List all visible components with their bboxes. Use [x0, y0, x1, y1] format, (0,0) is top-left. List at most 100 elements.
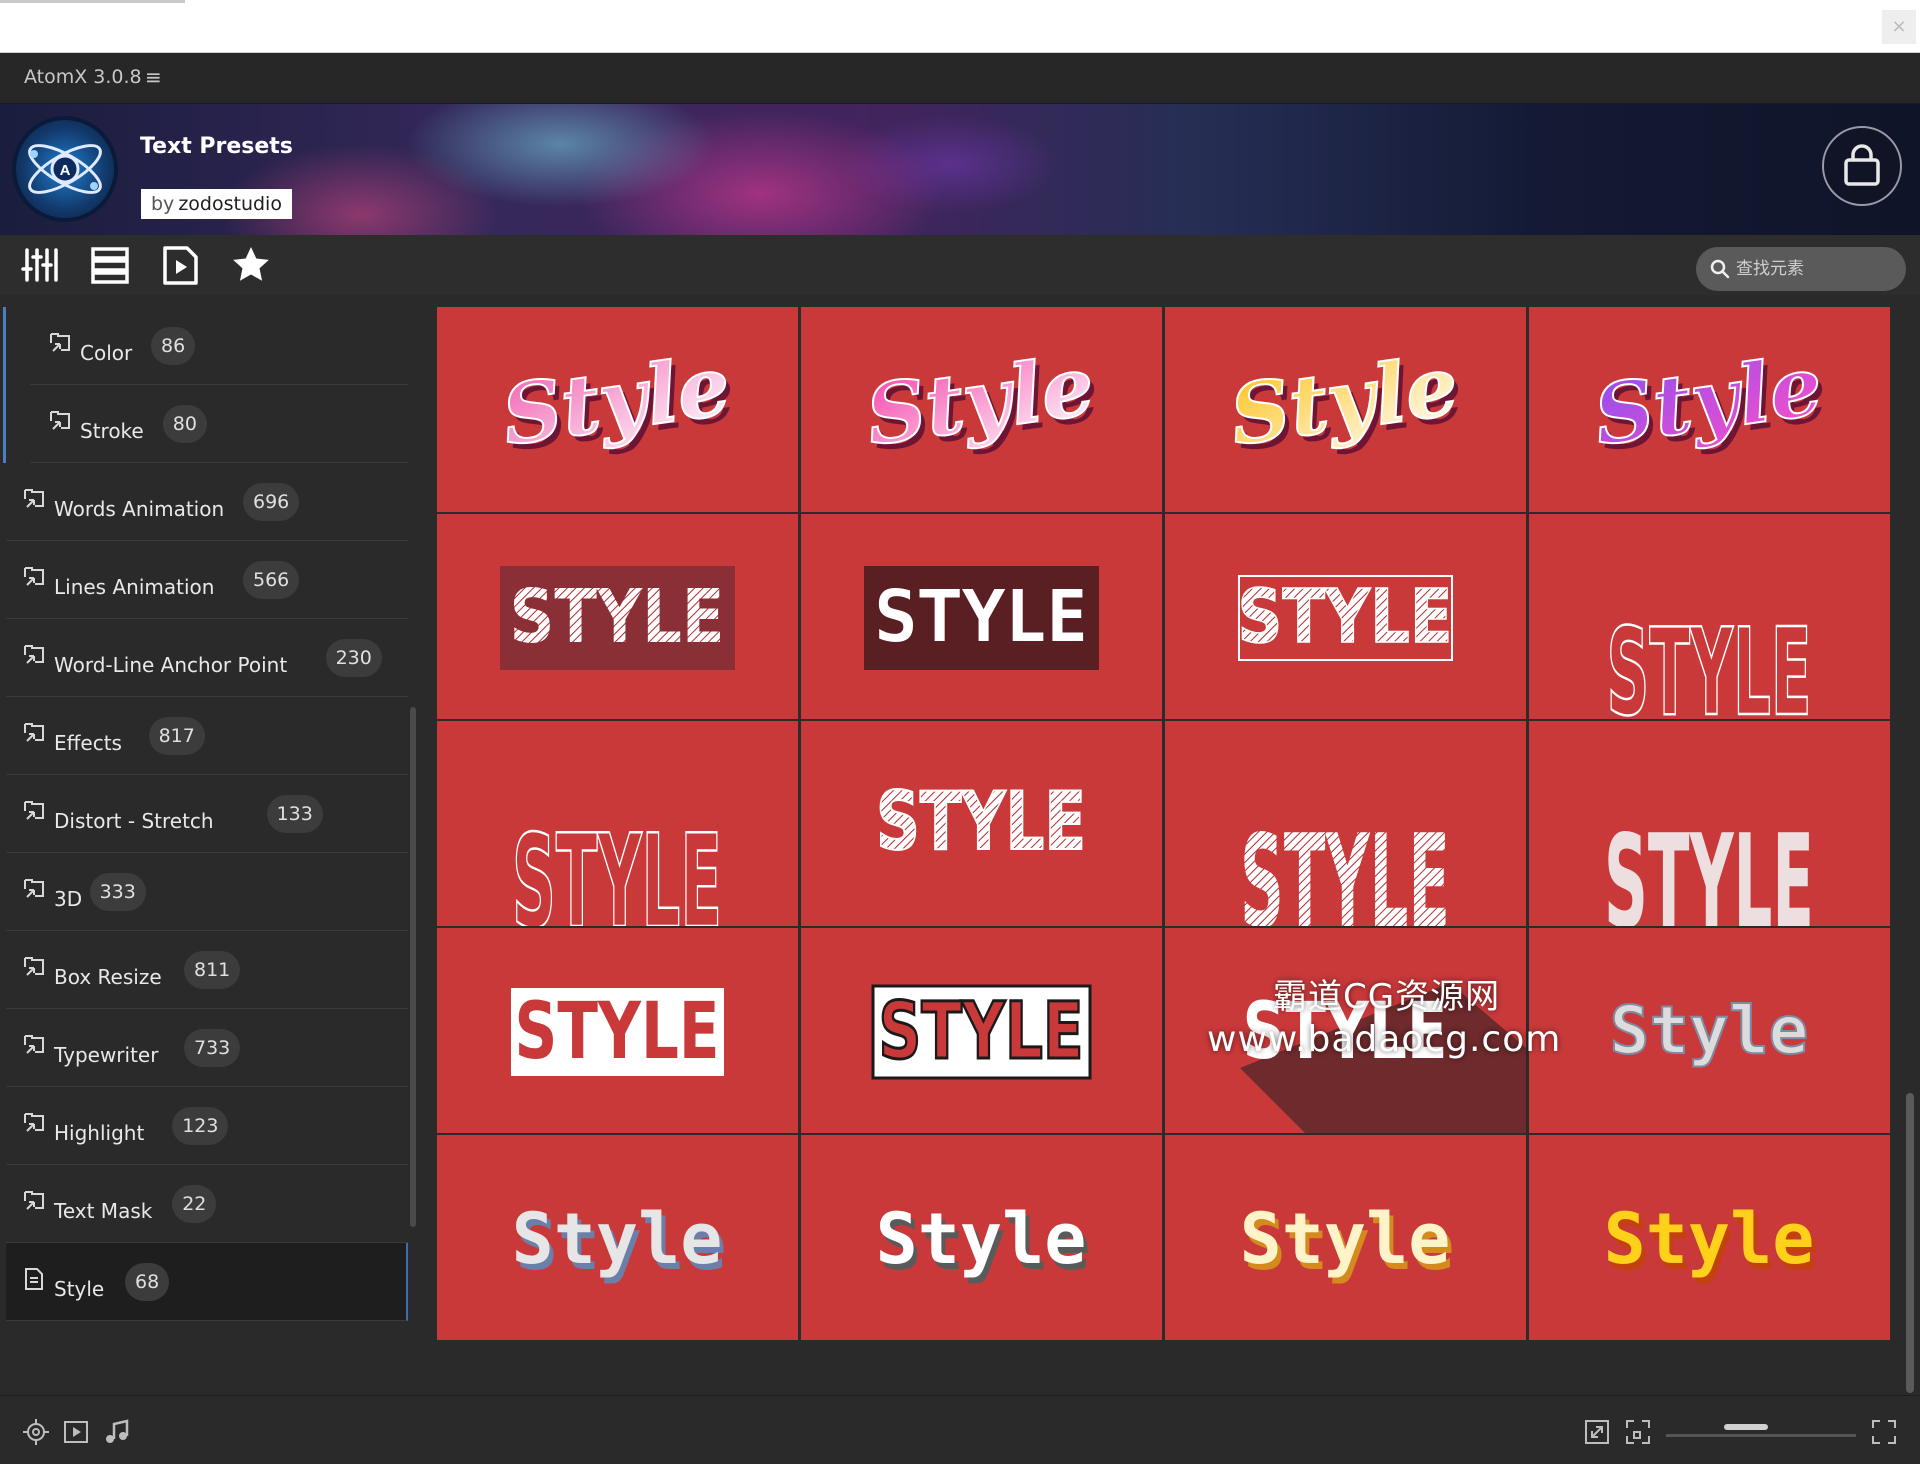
sidebar-item-typewriter[interactable]: Typewriter 733 [6, 1009, 408, 1087]
sidebar-item-color[interactable]: Color 86 [30, 307, 408, 385]
sidebar-item-word-line-anchor-point[interactable]: Word-Line Anchor Point 230 [6, 619, 408, 697]
preset-thumbnail: StyleStyle [1604, 1198, 1819, 1286]
preset-sample-text: Style [861, 338, 1100, 465]
preset-thumbnail: StyleStyle [496, 337, 741, 471]
preset-thumbnail: STYLE [1240, 808, 1450, 926]
sidebar-item-highlight[interactable]: Highlight 123 [6, 1087, 408, 1165]
sidebar-item-stroke[interactable]: Stroke 80 [30, 385, 408, 463]
star-icon[interactable] [231, 245, 271, 285]
preset-banner: A Text Presets by zodostudio [0, 104, 1920, 235]
count-badge: 123 [172, 1107, 229, 1145]
play-file-icon[interactable] [160, 245, 200, 285]
preset-tile[interactable]: Style Style [1529, 1135, 1890, 1340]
preset-sample-text: Style [1240, 1198, 1451, 1280]
sidebar-item-3d[interactable]: 3D 333 [6, 853, 408, 931]
sidebar-item-label: Style [54, 1277, 105, 1301]
preset-tile[interactable]: STYLE [1165, 514, 1526, 719]
folder-link-icon [22, 799, 46, 823]
fullscreen-icon[interactable] [1870, 1418, 1898, 1446]
move-target-icon[interactable] [22, 1418, 50, 1446]
preset-thumbnail: STYLE [1604, 808, 1814, 926]
preset-tile[interactable]: Style Style [1529, 307, 1890, 512]
preset-thumbnail: STYLE [871, 984, 1092, 1080]
preset-tile[interactable]: STYLE [1529, 514, 1890, 719]
preset-tile[interactable]: STYLE [801, 928, 1162, 1133]
atom-logo-icon: A [12, 116, 118, 222]
preset-thumbnail: StyleStyle [1588, 337, 1833, 471]
preset-thumbnail: STYLE [500, 566, 735, 670]
category-sidebar: Color 86 Stroke 80 Words Animation 696 Lines A… [0, 307, 420, 1341]
sidebar-item-text-mask[interactable]: Text Mask 22 [6, 1165, 408, 1243]
preset-tile[interactable]: Style Style [1165, 1135, 1526, 1340]
sidebar-item-style[interactable]: Style 68 [6, 1243, 408, 1321]
hamburger-icon[interactable]: ≡ [145, 65, 162, 89]
list-icon[interactable] [90, 245, 130, 285]
shopping-bag-icon [1844, 144, 1880, 186]
preset-tile[interactable]: Style Style [1165, 307, 1526, 512]
fit-frame-icon[interactable] [1624, 1418, 1652, 1446]
sidebar-item-label: Box Resize [54, 965, 162, 989]
sidebar-item-label: Highlight [54, 1121, 145, 1145]
zoom-slider-thumb[interactable] [1724, 1424, 1768, 1430]
preset-sample-text: Style [1610, 992, 1809, 1069]
preview-play-icon[interactable] [62, 1418, 90, 1446]
preset-sample-text: STYLE [874, 574, 1089, 660]
preset-tile[interactable]: Style Style [437, 307, 798, 512]
preset-sample-text: Style [876, 1198, 1087, 1280]
sidebar-item-words-animation[interactable]: Words Animation 696 [6, 463, 408, 541]
grid-scrollbar[interactable] [1906, 1093, 1914, 1393]
preset-tile[interactable]: Style Style [437, 1135, 798, 1340]
count-badge: 230 [325, 639, 382, 677]
preset-sample-text: Style [497, 338, 736, 465]
zoom-slider-track[interactable] [1666, 1434, 1856, 1437]
music-note-icon[interactable] [102, 1418, 130, 1446]
document-icon [22, 1267, 46, 1291]
search-input[interactable]: 查找元素 [1696, 247, 1906, 291]
search-icon [1710, 259, 1730, 279]
preset-grid: Style Style Style Style Style Style Style Style… [437, 307, 1891, 1341]
tab-indicator [0, 0, 185, 3]
shop-bag-button[interactable] [1822, 126, 1902, 206]
preset-tile[interactable]: STYLE [801, 514, 1162, 719]
preset-thumbnail: STYLE [1237, 573, 1453, 661]
expand-icon[interactable] [1583, 1418, 1611, 1446]
banner-title: Text Presets [140, 134, 293, 159]
count-badge: 333 [89, 873, 146, 911]
preset-tile[interactable]: Style Style [801, 307, 1162, 512]
author-badge[interactable]: by zodostudio [141, 189, 292, 219]
sidebar-item-label: Words Animation [54, 497, 225, 521]
sidebar-item-effects[interactable]: Effects 817 [6, 697, 408, 775]
sliders-icon[interactable] [20, 245, 60, 285]
preset-thumbnail: Style [1609, 991, 1810, 1070]
folder-link-icon [22, 1111, 46, 1135]
close-icon[interactable]: × [1882, 10, 1916, 44]
preset-tile[interactable]: STYLE [437, 514, 798, 719]
sidebar-item-label: Stroke [80, 419, 144, 443]
folder-link-icon [22, 1189, 46, 1213]
count-badge: 22 [172, 1185, 217, 1223]
preset-sample-text: STYLE [510, 574, 725, 660]
sidebar-item-box-resize[interactable]: Box Resize 811 [6, 931, 408, 1009]
folder-link-icon [22, 565, 46, 589]
preset-thumbnail: StyleStyle [1240, 1198, 1455, 1286]
preset-tile[interactable]: Style Style [801, 1135, 1162, 1340]
preset-tile[interactable]: STYLE [437, 721, 798, 926]
sidebar-item-label: Color [80, 341, 133, 365]
folder-link-icon [22, 955, 46, 979]
watermark-url: www.badaocg.com [1207, 1019, 1562, 1060]
search-placeholder: 查找元素 [1736, 259, 1804, 279]
preset-sample-text: STYLE [1604, 808, 1814, 926]
folder-link-icon [22, 877, 46, 901]
app-window: AtomX 3.0.8 ≡ A Text Presets by zodostudi… [0, 53, 1920, 1464]
preset-tile[interactable]: STYLE [437, 928, 798, 1133]
sidebar-item-lines-animation[interactable]: Lines Animation 566 [6, 541, 408, 619]
preset-tile[interactable]: Style [1529, 928, 1890, 1133]
sidebar-item-distort-stretch[interactable]: Distort - Stretch 133 [6, 775, 408, 853]
preset-tile[interactable]: STYLE [1165, 721, 1526, 926]
preset-tile[interactable]: STYLE [1529, 721, 1890, 926]
count-badge: 80 [162, 405, 207, 443]
preset-tile[interactable]: STYLE [801, 721, 1162, 926]
folder-link-icon [48, 331, 72, 355]
preset-sample-text: STYLE [1240, 808, 1450, 926]
sidebar-scrollbar[interactable] [410, 707, 416, 1227]
